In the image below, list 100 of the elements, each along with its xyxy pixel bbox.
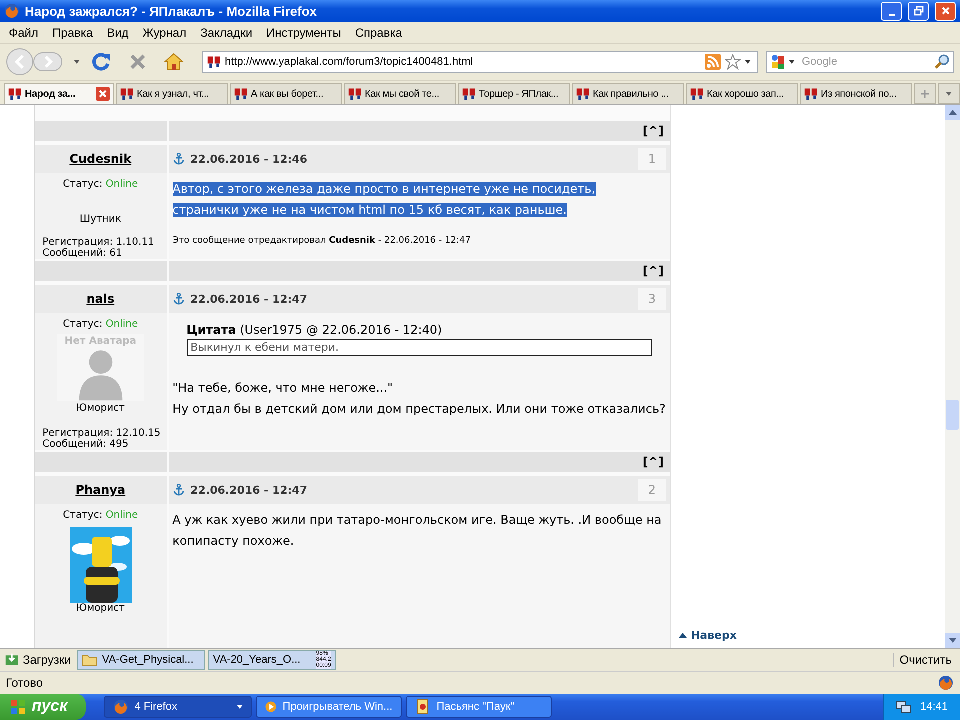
menu-item[interactable]: Журнал bbox=[136, 26, 194, 40]
play-icon bbox=[264, 699, 277, 715]
close-icon bbox=[940, 6, 950, 16]
caret-icon[interactable] bbox=[745, 60, 751, 64]
tab-close-icon[interactable] bbox=[96, 87, 110, 101]
quote-header: Цитата (User1975 @ 22.06.2016 - 12:40) bbox=[186, 323, 444, 337]
status-value: Online bbox=[106, 179, 138, 190]
site-icon bbox=[348, 87, 362, 101]
scrollbar-thumb[interactable] bbox=[946, 400, 960, 430]
post-text: "На тебе, боже, что мне негоже..." bbox=[172, 381, 394, 395]
browser-tab[interactable]: Как правильно ... bbox=[572, 83, 684, 104]
user-rank: Шутник bbox=[80, 214, 122, 225]
caret-icon[interactable] bbox=[74, 60, 80, 64]
firefox-icon bbox=[112, 699, 129, 715]
author-name[interactable]: nals bbox=[86, 292, 115, 306]
post-date: 22.06.2016 - 12:47 bbox=[190, 292, 308, 306]
scrollbar[interactable] bbox=[945, 105, 960, 648]
anchor-icon[interactable] bbox=[172, 293, 185, 305]
up-arrow-icon bbox=[678, 633, 687, 638]
post-date: 22.06.2016 - 12:47 bbox=[190, 484, 308, 496]
browser-tab[interactable]: Как хорошо зап... bbox=[686, 83, 798, 104]
taskbar-button[interactable]: 4 Firefox bbox=[104, 696, 252, 718]
status-label: Статус: bbox=[63, 319, 103, 330]
site-icon bbox=[234, 87, 248, 101]
post-date: 22.06.2016 - 12:46 bbox=[190, 152, 308, 166]
scroll-up-link[interactable]: [^] bbox=[642, 264, 664, 278]
caret-icon bbox=[946, 92, 952, 96]
google-icon[interactable] bbox=[770, 54, 786, 70]
search-icon[interactable] bbox=[934, 54, 950, 70]
firefox-icon[interactable] bbox=[938, 675, 954, 691]
post-text: Ну отдал бы в детский дом или дом престарелых. Или они тоже отказались? bbox=[172, 402, 666, 416]
folder-icon bbox=[82, 653, 98, 667]
menu-item[interactable]: Справка bbox=[348, 26, 410, 40]
browser-tab[interactable]: Из японской по... bbox=[800, 83, 912, 104]
site-icon bbox=[462, 87, 476, 101]
menu-item[interactable]: Правка bbox=[46, 26, 100, 40]
scroll-up-icon[interactable] bbox=[948, 110, 957, 115]
scroll-down-icon[interactable] bbox=[948, 638, 957, 643]
rss-icon[interactable] bbox=[705, 54, 721, 70]
network-icon[interactable] bbox=[896, 699, 912, 715]
scroll-up-link[interactable]: [^] bbox=[642, 124, 664, 138]
post-text: А уж как хуево жили при татаро-монгольском иге. Ваще жуть. .И вообще на bbox=[172, 513, 662, 527]
minimize-icon bbox=[888, 14, 894, 16]
registration-date: Регистрация: 12.10.15 bbox=[42, 428, 161, 439]
taskbar-button[interactable]: Пасьянс "Паук" bbox=[406, 696, 552, 718]
download-item[interactable]: VA-Get_Physical... bbox=[77, 650, 206, 670]
status-label: Статус: bbox=[63, 510, 103, 521]
message-count: Сообщений: 61 bbox=[42, 248, 122, 259]
anchor-icon[interactable] bbox=[172, 153, 185, 165]
site-icon bbox=[804, 87, 818, 101]
browser-tab[interactable]: Торшер - ЯПлак... bbox=[458, 83, 570, 104]
card-icon bbox=[414, 699, 431, 715]
status-label: Статус: bbox=[63, 179, 103, 190]
registration-date: Регистрация: 1.10.11 bbox=[42, 237, 154, 248]
restore-icon bbox=[914, 6, 924, 16]
back-to-top-link[interactable]: Наверх bbox=[690, 629, 737, 642]
site-icon bbox=[576, 87, 590, 101]
clear-button[interactable]: Очистить bbox=[892, 653, 958, 667]
site-icon bbox=[8, 87, 22, 101]
user-rank: Юморист bbox=[76, 403, 125, 414]
author-name[interactable]: Phanya bbox=[76, 483, 126, 497]
scroll-up-link[interactable]: [^] bbox=[642, 455, 664, 469]
menu-item[interactable]: Инструменты bbox=[260, 26, 348, 40]
post-text: странички уже не на чистом html по 15 кб весят, как раньше. bbox=[172, 203, 567, 217]
status-value: Online bbox=[106, 319, 138, 330]
edit-note: Это сообщение отредактировал Cudesnik - 22.06.2016 - 12:47 bbox=[172, 236, 472, 246]
menu-item[interactable]: Закладки bbox=[194, 26, 260, 40]
clock: 14:41 bbox=[920, 701, 948, 713]
browser-tab[interactable]: Как я узнал, чт... bbox=[116, 83, 228, 104]
author-name[interactable]: Cudesnik bbox=[70, 152, 132, 166]
reload-icon[interactable] bbox=[92, 52, 112, 72]
user-rank: Юморист bbox=[76, 603, 125, 614]
message-count: Сообщений: 495 bbox=[42, 439, 129, 450]
search-field[interactable]: Google bbox=[766, 51, 954, 73]
anchor-icon[interactable] bbox=[172, 484, 185, 496]
avatar-caption: Нет Аватара bbox=[64, 336, 136, 347]
star-icon[interactable] bbox=[725, 54, 741, 70]
downloads-button[interactable]: Загрузки bbox=[2, 653, 74, 667]
download-icon bbox=[5, 653, 19, 667]
restore-button[interactable] bbox=[908, 2, 929, 20]
post-text: копипасту похоже. bbox=[172, 534, 294, 548]
caret-icon[interactable] bbox=[789, 60, 795, 64]
menu-item[interactable]: Файл bbox=[2, 26, 46, 40]
browser-tab[interactable]: А как вы борет... bbox=[230, 83, 342, 104]
site-icon bbox=[690, 87, 704, 101]
close-button[interactable] bbox=[935, 2, 956, 20]
status-text: Готово bbox=[6, 676, 44, 690]
status-value: Online bbox=[106, 510, 138, 521]
browser-tab[interactable]: Как мы свой те... bbox=[344, 83, 456, 104]
tab-list-button[interactable] bbox=[938, 83, 960, 104]
minimize-button[interactable] bbox=[881, 2, 902, 20]
quote-text: Выкинул к ебени матери. bbox=[186, 339, 652, 356]
menu-item[interactable]: Вид bbox=[100, 26, 136, 40]
taskbar-button[interactable]: Проигрыватель Win... bbox=[256, 696, 402, 718]
address-field[interactable]: http://www.yaplakal.com/forum3/topic1400481.html bbox=[202, 51, 758, 73]
home-icon[interactable] bbox=[164, 52, 184, 72]
site-icon bbox=[120, 87, 134, 101]
stop-icon[interactable] bbox=[128, 52, 148, 72]
firefox-icon bbox=[4, 3, 20, 19]
browser-tab[interactable]: Народ за... bbox=[4, 83, 114, 104]
